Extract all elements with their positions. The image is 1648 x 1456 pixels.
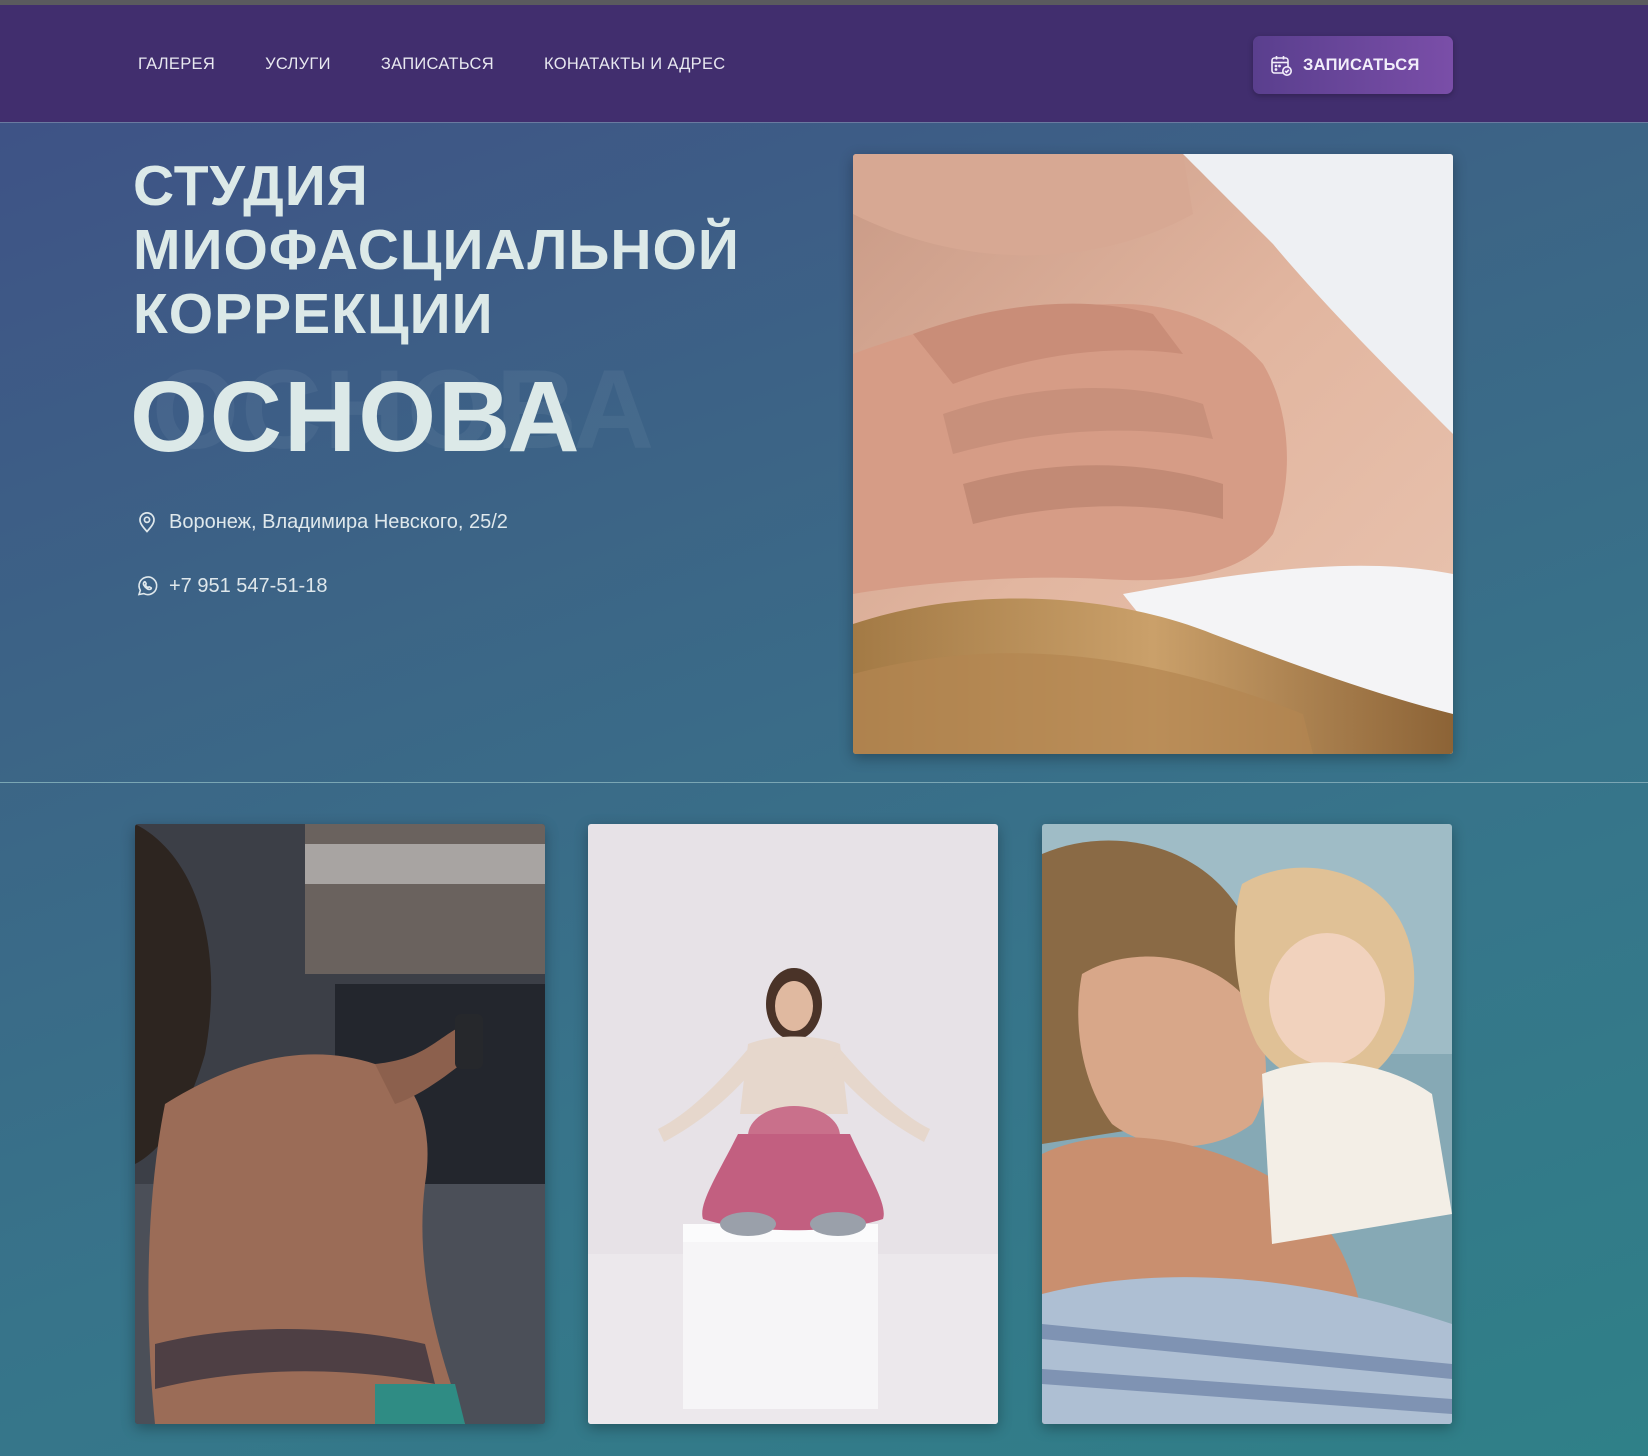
prenatal-photo-image	[588, 824, 998, 1424]
brand-name: ОСНОВА	[130, 361, 582, 473]
gallery-photo-fitness	[135, 824, 545, 1424]
location-pin-icon	[139, 512, 155, 533]
nav-link-contacts[interactable]: КОНАТАКТЫ И АДРЕС	[544, 55, 726, 74]
phone-link[interactable]: +7 951 547-51-18	[169, 575, 327, 598]
nav-link-services[interactable]: УСЛУГИ	[265, 55, 331, 74]
nav-link-booking[interactable]: ЗАПИСАТЬСЯ	[381, 55, 494, 74]
mother-child-photo-image	[1042, 824, 1452, 1424]
book-button[interactable]: ЗАПИСАТЬСЯ	[1253, 36, 1453, 94]
address-row: Воронеж, Владимира Невского, 25/2	[135, 510, 508, 534]
massage-photo-image	[853, 154, 1453, 754]
phone-row[interactable]: +7 951 547-51-18	[135, 574, 327, 598]
address-text: Воронеж, Владимира Невского, 25/2	[169, 510, 508, 533]
hero-title-line: КОРРЕКЦИИ	[133, 282, 494, 346]
main-nav: ГАЛЕРЕЯ УСЛУГИ ЗАПИСАТЬСЯ КОНАТАКТЫ И АД…	[138, 5, 776, 123]
section-divider	[0, 782, 1648, 783]
hero-title: СТУДИЯ МИОФАСЦИАЛЬНОЙ КОРРЕКЦИИ	[133, 154, 813, 346]
hero-title-line: СТУДИЯ	[133, 154, 369, 218]
whatsapp-icon	[137, 576, 158, 596]
gallery-photo-mother-child	[1042, 824, 1452, 1424]
book-button-label: ЗАПИСАТЬСЯ	[1303, 55, 1420, 74]
calendar-check-icon	[1271, 56, 1292, 76]
hero-photo-massage	[853, 154, 1453, 754]
nav-link-gallery[interactable]: ГАЛЕРЕЯ	[138, 55, 215, 74]
gallery-photo-prenatal	[588, 824, 998, 1424]
fitness-photo-image	[135, 824, 545, 1424]
top-navbar: ГАЛЕРЕЯ УСЛУГИ ЗАПИСАТЬСЯ КОНАТАКТЫ И АД…	[0, 5, 1648, 123]
hero-title-line: МИОФАСЦИАЛЬНОЙ	[133, 218, 740, 282]
